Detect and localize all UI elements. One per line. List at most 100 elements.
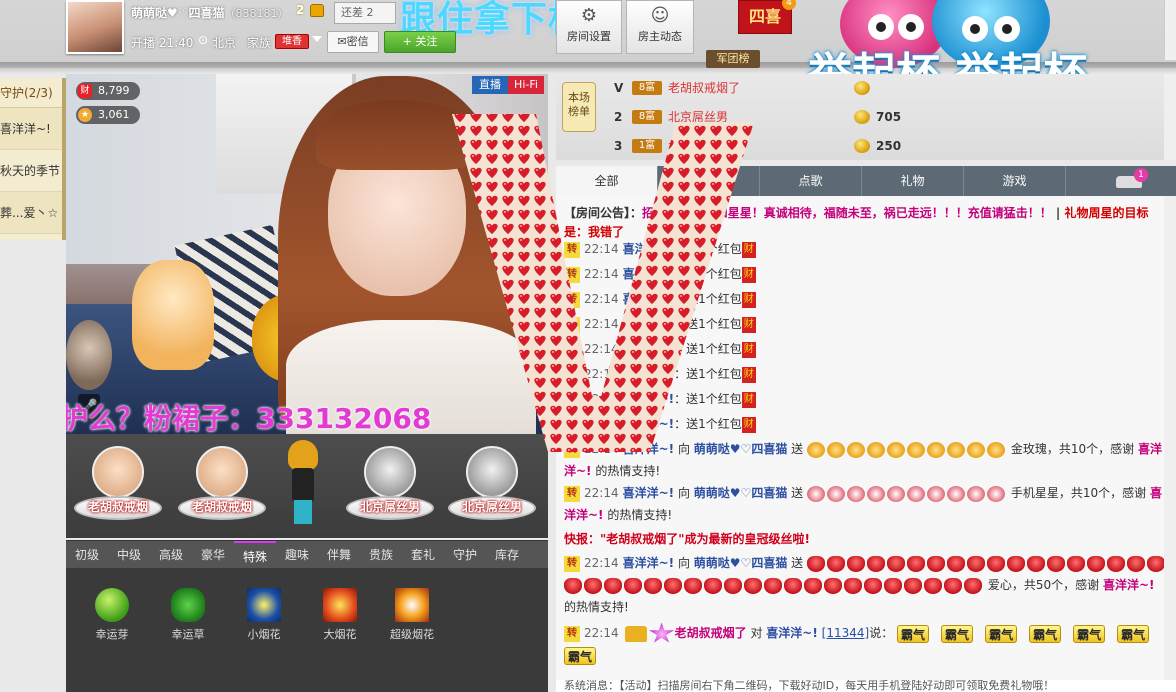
- red-envelope-icon: 财: [741, 316, 756, 333]
- domineering-badge: 霸气: [941, 624, 974, 643]
- chat-tabs: 全部 点歌 礼物 游戏: [556, 166, 1176, 196]
- coin-icon: [854, 110, 870, 124]
- gift-tab[interactable]: 守护: [444, 541, 486, 569]
- army-rank-button[interactable]: 军团榜: [706, 50, 760, 68]
- gift-tab[interactable]: 中级: [108, 541, 150, 569]
- follow-button[interactable]: + 关注: [384, 31, 456, 53]
- small-firework-icon: [247, 588, 281, 622]
- chat-tab-private[interactable]: [658, 166, 760, 196]
- chat-message: 转 22:14 喜洋洋~!：送1个红包财: [564, 338, 1168, 360]
- family-label: 家族: [247, 36, 272, 50]
- gear-icon: ⚙: [580, 5, 598, 26]
- rank-number: 2: [614, 110, 623, 124]
- gift-message: 转 22:14 喜洋洋~! 向 萌萌哒♥♡四喜猫 送 手机星星，共10个，感谢 喜洋…: [564, 485, 1162, 522]
- video-marquee-text: 护么？粉裙子：333132068: [66, 402, 432, 434]
- host-dynamics-button[interactable]: ☺ 房主动态: [626, 0, 694, 54]
- guard-panel: 守护(2/3) 喜洋洋~! 秋天的季节 葬...爱丶☆: [0, 78, 64, 240]
- gift-tab[interactable]: 贵族: [360, 541, 402, 569]
- star-badge: ★ 3,061: [76, 106, 140, 124]
- ranking-row[interactable]: 3 1富 水电 250: [614, 134, 934, 158]
- chat-tab-games[interactable]: 游戏: [964, 166, 1066, 196]
- chat-tab-gifts[interactable]: 礼物: [862, 166, 964, 196]
- ranking-row[interactable]: 2 8富 北京屌丝男 705: [614, 105, 934, 129]
- lucky-sprout-icon: [95, 588, 129, 622]
- guest-name: 老胡叔戒烟: [87, 500, 148, 514]
- gift-tab-active[interactable]: 特殊: [234, 541, 276, 569]
- guest-seat[interactable]: 老胡叔戒烟: [176, 446, 266, 526]
- chat-message: 转 22:14 喜洋洋~!：送1个红包财: [564, 288, 1168, 310]
- chat-message: 转 22:14 喜洋洋~!：送1个红包财: [564, 263, 1168, 285]
- family-badge[interactable]: 堆香: [275, 34, 309, 49]
- guest-avatar: [364, 446, 416, 498]
- streamer-bangs: [316, 100, 476, 170]
- secret-message-button[interactable]: ✉密信: [327, 31, 379, 53]
- red-envelope-icon: 财: [741, 366, 756, 383]
- guest-seat[interactable]: 老胡叔戒烟: [72, 446, 162, 526]
- red-envelope-icon: 财: [741, 241, 756, 258]
- gift-tab[interactable]: 初级: [66, 541, 108, 569]
- chat-message: 转 22:14 喜洋洋~!：送1个红包财: [564, 238, 1168, 260]
- guard-item[interactable]: 秋天的季节: [0, 150, 63, 192]
- guard-item[interactable]: 葬...爱丶☆: [0, 192, 63, 234]
- ranking-scrollbar[interactable]: [1164, 74, 1176, 160]
- ranking-row[interactable]: Ⅴ 8富 老胡叔戒烟了: [614, 76, 934, 100]
- chat-message: 转 22:14 喜洋洋~!：送1个红包财: [564, 413, 1168, 435]
- rank-medal-icon: Ⅴ: [614, 81, 624, 95]
- host-avatar[interactable]: [66, 0, 124, 54]
- video-cat-toy: [132, 260, 214, 370]
- ranking-tag[interactable]: 本场榜单: [562, 82, 596, 132]
- domineering-badge: 霸气: [985, 624, 1018, 643]
- pink-star-icon: [649, 622, 675, 643]
- gift-item[interactable]: 大烟花: [310, 588, 370, 642]
- chat-message: 转 22:14 喜洋洋~!：送1个红包财: [564, 363, 1168, 385]
- guest-name: 北京屌丝男: [461, 500, 522, 514]
- domineering-badge: 霸气: [1029, 624, 1062, 643]
- room-announcement: 【房间公告】：招收...拿红包和星星！真诚相待，福随未至，祸已走远！！！充值请猛…: [564, 206, 1149, 239]
- guest-name: 老胡叔戒烟: [191, 500, 252, 514]
- wealth-badge: 财 8,799: [76, 82, 140, 100]
- gift-item[interactable]: 小烟花: [234, 588, 294, 642]
- live-video[interactable]: 财 8,799 ★ 3,061 直播 Hi-Fi 🎤 护么？粉裙子：33313206…: [66, 74, 548, 434]
- domineering-badge: 霸气: [1117, 624, 1150, 643]
- room-settings-button[interactable]: ⚙ 房间设置: [556, 0, 622, 54]
- guest-seat[interactable]: 北京屌丝男: [446, 446, 536, 526]
- gift-tab[interactable]: 趣味: [276, 541, 318, 569]
- rank-number: 3: [614, 139, 623, 153]
- chat-message: 转 22:14 喜洋洋~!：送1个红包财: [564, 313, 1168, 335]
- chat-message: 转 22:14 喜洋洋~!：送1个红包财: [564, 388, 1168, 410]
- red-envelope-icon: 财: [741, 391, 756, 408]
- envelope-icon: ✉: [337, 35, 347, 48]
- gift-tab[interactable]: 伴舞: [318, 541, 360, 569]
- page-scrollbar[interactable]: [1164, 0, 1176, 60]
- super-firework-icon: [395, 588, 429, 622]
- live-time: 开播 21:40: [131, 36, 194, 50]
- gift-item[interactable]: 超级烟花: [382, 588, 442, 642]
- gift-list: 幸运芽 幸运草 小烟花 大烟花 超级烟花: [66, 568, 548, 692]
- rank-level: 1富: [632, 139, 662, 153]
- ranking-panel: 本场榜单 Ⅴ 8富 老胡叔戒烟了 2 8富 北京屌丝男 705 3 1富 水电 …: [556, 74, 1176, 160]
- domineering-badge: 霸气: [1073, 624, 1106, 643]
- live-tag[interactable]: 直播: [472, 76, 508, 94]
- chat-tab-all[interactable]: 全部: [556, 166, 658, 196]
- red-envelope-icon: 财: [741, 341, 756, 358]
- chevron-down-icon[interactable]: [312, 36, 322, 42]
- wealth-icon: 财: [78, 84, 92, 98]
- chat-tab-songs[interactable]: 点歌: [760, 166, 862, 196]
- red-envelope-icon: 财: [741, 266, 756, 283]
- gift-tab[interactable]: 豪华: [192, 541, 234, 569]
- hifi-tag[interactable]: Hi-Fi: [508, 76, 544, 94]
- gold-rose-icon: [807, 441, 1007, 458]
- gift-tab[interactable]: 套礼: [402, 541, 444, 569]
- gift-tab[interactable]: 库存: [486, 541, 528, 569]
- rank-level: 8富: [632, 81, 662, 95]
- cartoon-boy-avatar[interactable]: [286, 440, 320, 524]
- guest-seat[interactable]: 北京屌丝男: [344, 446, 434, 526]
- guard-item[interactable]: 喜洋洋~!: [0, 108, 63, 150]
- host-name[interactable]: 萌萌哒♥♡四喜猫（838181）: [131, 4, 289, 21]
- gift-item[interactable]: 幸运芽: [82, 588, 142, 642]
- guest-avatar: [92, 446, 144, 498]
- rank-value: 705: [876, 110, 902, 124]
- gift-item[interactable]: 幸运草: [158, 588, 218, 642]
- gift-tab[interactable]: 高级: [150, 541, 192, 569]
- chat-scrollbar[interactable]: [1164, 196, 1176, 680]
